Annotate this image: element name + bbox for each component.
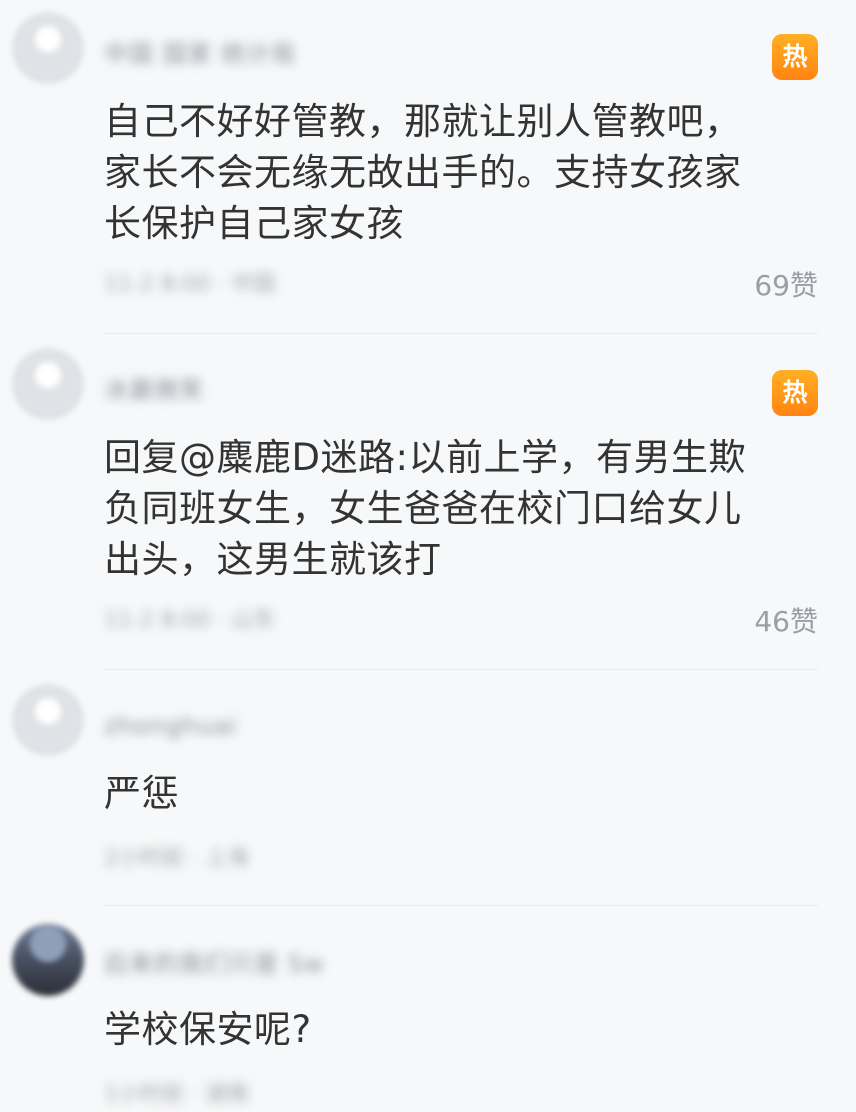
comment-item: 中国 国家 统计局 热 自己不好好管教，那就让别人管教吧， 家长不会无缘无故出手… xyxy=(0,0,856,334)
avatar[interactable] xyxy=(12,348,84,420)
comment-text-line: 负同班女生，女生爸爸在校门口给女儿 xyxy=(104,487,742,530)
divider xyxy=(104,905,818,906)
comment-text-line: 学校保安呢? xyxy=(104,1008,312,1051)
username[interactable]: 冰晨微笑 xyxy=(104,376,204,404)
avatar[interactable] xyxy=(12,12,84,84)
hot-badge-icon: 热 xyxy=(772,370,818,416)
avatar[interactable] xyxy=(12,684,84,756)
comment-meta: 11-2 8:00 · 山东 xyxy=(104,608,276,633)
comment-meta: 2小时前 · 上海 xyxy=(104,846,249,871)
comment-text-line: 自己不好好管教，那就让别人管教吧， xyxy=(104,100,742,143)
comment-text-line: 长保护自己家女孩 xyxy=(104,202,404,245)
comment-item: 后来的我们只是 Sw 学校保安呢? 1小时前 · 湖南 xyxy=(0,910,856,1112)
comment-text-line: 严惩 xyxy=(104,772,179,815)
like-count[interactable]: 69赞 xyxy=(754,269,818,303)
hot-badge-icon: 热 xyxy=(772,34,818,80)
comment-feed: 中国 国家 统计局 热 自己不好好管教，那就让别人管教吧， 家长不会无缘无故出手… xyxy=(0,0,856,1112)
avatar[interactable] xyxy=(12,924,84,996)
comment-text-line: 出头，这男生就该打 xyxy=(104,538,442,581)
username[interactable]: 后来的我们只是 Sw xyxy=(104,950,325,978)
divider xyxy=(104,333,818,334)
comment-text: 学校保安呢? xyxy=(104,1004,804,1055)
username[interactable]: zhonghuai xyxy=(104,712,238,740)
comment-item: zhonghuai 严惩 2小时前 · 上海 xyxy=(0,672,856,908)
comment-meta: 11-2 8:00 · 中国 xyxy=(104,272,276,297)
comment-text: 回复@麋鹿D迷路:以前上学，有男生欺 负同班女生，女生爸爸在校门口给女儿 出头，… xyxy=(104,432,804,585)
comment-text-line: 家长不会无缘无故出手的。支持女孩家 xyxy=(104,151,742,194)
comment-item: 冰晨微笑 热 回复@麋鹿D迷路:以前上学，有男生欺 负同班女生，女生爸爸在校门口… xyxy=(0,336,856,670)
comment-text: 自己不好好管教，那就让别人管教吧， 家长不会无缘无故出手的。支持女孩家 长保护自… xyxy=(104,96,804,249)
username[interactable]: 中国 国家 统计局 xyxy=(104,40,296,68)
like-count[interactable]: 46赞 xyxy=(754,605,818,639)
comment-meta: 1小时前 · 湖南 xyxy=(104,1082,249,1107)
comment-text: 严惩 xyxy=(104,768,804,819)
comment-text-line: 回复@麋鹿D迷路:以前上学，有男生欺 xyxy=(104,436,746,479)
divider xyxy=(104,669,818,670)
